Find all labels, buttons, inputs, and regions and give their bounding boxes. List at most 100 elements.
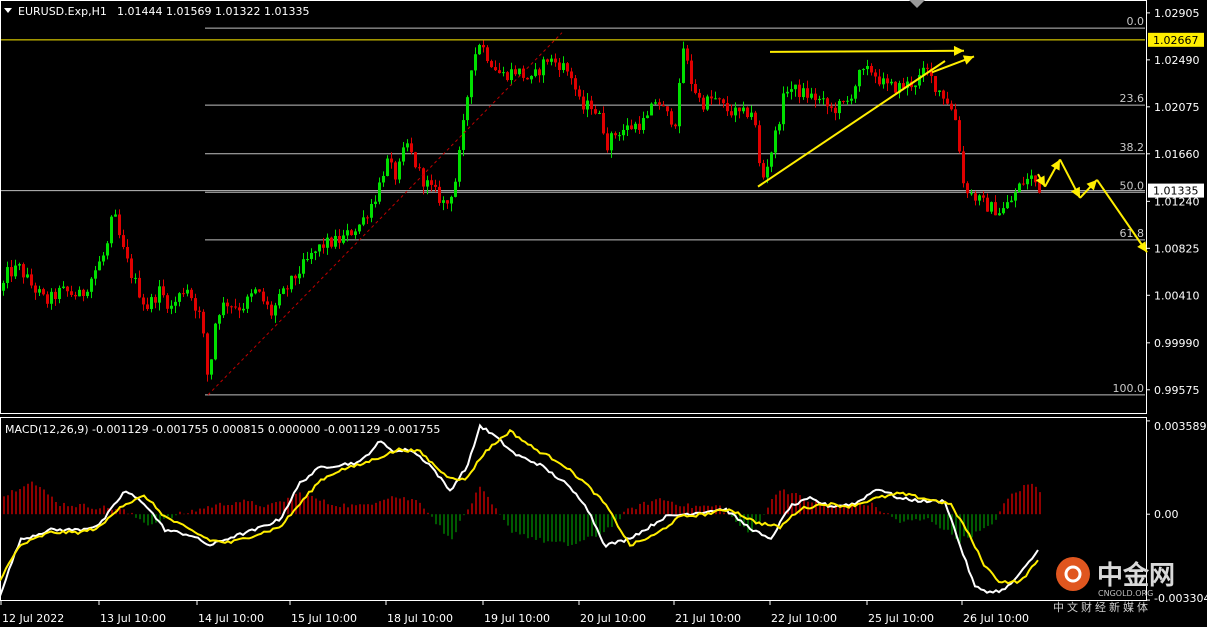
candle-body [926,67,929,69]
candle-body [946,98,949,104]
candle-body [666,106,669,112]
candle-body [998,213,1001,216]
candle-body [122,235,125,248]
candle-body [858,69,861,87]
candle-body [430,180,433,185]
candle-body [114,214,117,217]
candle-body [558,62,561,70]
candle-body [218,315,221,324]
price-tick-label: 1.01660 [1154,148,1200,161]
candle-body [454,181,457,197]
candle-body [966,183,969,194]
candle-body [174,301,177,306]
candle-body [274,305,277,316]
candle-body [494,67,497,71]
candle-body [66,286,69,292]
candle-body [54,291,57,300]
candle-body [154,297,157,303]
candle-body [614,133,617,136]
candle-body [890,81,893,84]
candle-body [786,91,789,94]
candle-body [382,175,385,183]
candle-body [986,197,989,212]
candle-body [98,261,101,271]
candle-body [782,93,785,125]
candle-body [358,224,361,232]
candle-body [678,82,681,127]
time-tick-label: 14 Jul 10:00 [198,612,264,625]
candle-body [498,70,501,74]
candle-body [978,195,981,201]
candle-body [362,217,365,225]
candle-body [310,252,313,260]
candle-body [954,109,957,121]
candle-body [882,78,885,85]
candle-body [106,243,109,256]
candle-body [30,274,33,286]
candle-body [486,47,489,62]
candle-body [270,304,273,316]
candle-body [158,286,161,303]
candle-body [694,83,697,93]
candle-body [266,301,269,305]
candle-body [10,267,13,277]
time-tick-label: 25 Jul 10:00 [868,612,934,625]
candle-body [1014,192,1017,201]
candle-body [854,86,857,99]
candle-body [150,297,153,310]
candle-body [790,89,793,92]
candle-body [58,287,61,300]
candle-body [142,297,145,305]
candle-body [222,302,225,316]
candle-body [46,294,49,304]
candle-body [634,123,637,130]
candle-body [574,78,577,90]
candle-body [914,85,917,88]
candle-body [162,286,165,296]
candle-body [1034,175,1037,183]
candle-body [738,107,741,112]
candle-body [982,195,985,198]
candle-body [814,93,817,101]
candle-body [826,98,829,107]
candle-body [118,214,121,236]
candle-body [762,163,765,178]
candle-body [74,294,77,297]
candle-body [658,102,661,106]
candle-body [466,97,469,121]
candle-body [334,235,337,247]
candle-body [602,112,605,134]
candle-body [582,96,585,110]
candle-body [238,307,241,311]
candle-body [302,259,305,274]
candle-body [774,130,777,153]
price-tick-label: 1.02905 [1154,7,1200,20]
candle-body [458,149,461,182]
candle-body [938,90,941,92]
candle-body [94,270,97,279]
candle-body [474,54,477,71]
candle-body [866,65,869,70]
candle-body [434,184,437,187]
candle-body [974,193,977,201]
candle-body [394,162,397,180]
candle-body [850,98,853,101]
candle-body [894,81,897,93]
time-tick-label: 12 Jul 2022 [2,612,64,625]
price-tick-label: 1.00825 [1154,242,1200,255]
candle-body [146,304,149,310]
candle-body [518,68,521,75]
candle-body [234,306,237,308]
candle-body [758,125,761,164]
candle-body [62,286,65,288]
candle-body [110,216,113,244]
candle-body [958,120,961,152]
price-badge-label: 1.02667 [1153,34,1199,47]
time-tick-label: 26 Jul 10:00 [963,612,1029,625]
candle-body [450,196,453,204]
macd-tick-label: -0.003304 [1154,592,1207,605]
candle-body [90,278,93,292]
candle-body [510,69,513,81]
candle-body [294,275,297,279]
candle-body [86,291,89,297]
